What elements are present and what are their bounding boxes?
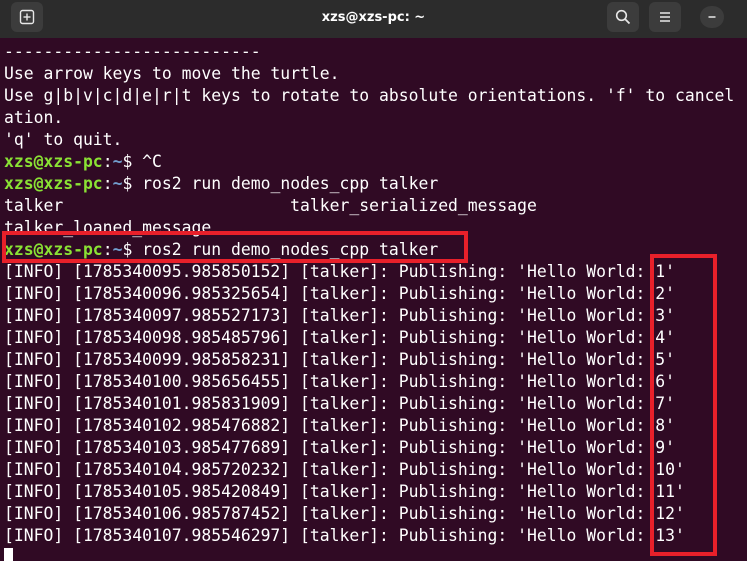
- log-line: [INFO] [1785340107.985546297] [talker]: …: [4, 526, 685, 545]
- log-line: [INFO] [1785340099.985858231] [talker]: …: [4, 350, 676, 369]
- separator-line: --------------------------: [4, 42, 261, 61]
- new-tab-button[interactable]: [11, 2, 43, 32]
- menu-button[interactable]: [649, 2, 681, 32]
- prompt-line: xzs@xzs-pc:~$ ros2 run demo_nodes_cpp ta…: [4, 173, 438, 195]
- title-bar: xzs@xzs-pc: ~: [0, 0, 747, 39]
- new-tab-icon: [19, 9, 35, 25]
- search-icon: [615, 9, 631, 25]
- log-line: [INFO] [1785340098.985485796] [talker]: …: [4, 328, 676, 347]
- prompt-user-host: xzs@xzs-pc: [4, 174, 103, 193]
- command-text: ros2 run demo_nodes_cpp talker: [132, 174, 439, 193]
- prompt-line: xzs@xzs-pc:~$ ^C: [4, 151, 162, 173]
- search-button[interactable]: [607, 2, 639, 32]
- terminal-output[interactable]: -------------------------- Use arrow key…: [0, 38, 747, 561]
- log-line: [INFO] [1785340102.985476882] [talker]: …: [4, 416, 676, 435]
- log-line: [INFO] [1785340106.985787452] [talker]: …: [4, 504, 685, 523]
- prompt-user-host: xzs@xzs-pc: [4, 152, 103, 171]
- prompt-sep: :: [102, 174, 113, 193]
- help-text-line: 'q' to quit.: [4, 130, 123, 149]
- log-line: [INFO] [1785340101.985831909] [talker]: …: [4, 394, 676, 413]
- log-line: [INFO] [1785340105.985420849] [talker]: …: [4, 482, 685, 501]
- command-text: ^C: [132, 152, 162, 171]
- log-line: [INFO] [1785340095.985850152] [talker]: …: [4, 262, 676, 281]
- menu-icon: [660, 12, 670, 22]
- prompt-dollar: $: [122, 174, 133, 193]
- text-cursor: [4, 548, 13, 561]
- help-text-line: ation.: [4, 108, 64, 127]
- log-line: [INFO] [1785340097.985527173] [talker]: …: [4, 306, 676, 325]
- log-line: [INFO] [1785340103.985477689] [talker]: …: [4, 438, 676, 457]
- completion-line: talker talker_serialized_message: [4, 196, 537, 215]
- log-line: [INFO] [1785340096.985325654] [talker]: …: [4, 284, 676, 303]
- minimize-button[interactable]: [700, 6, 724, 28]
- prompt-sep: :: [102, 152, 113, 171]
- help-text-line: Use arrow keys to move the turtle.: [4, 64, 340, 83]
- counter-highlight-box: [650, 254, 717, 556]
- prompt-path: ~: [112, 174, 123, 193]
- command-highlight-box: [2, 231, 468, 263]
- prompt-path: ~: [112, 152, 123, 171]
- minimize-icon: [708, 16, 716, 18]
- log-line: [INFO] [1785340104.985720232] [talker]: …: [4, 460, 685, 479]
- log-line: [INFO] [1785340100.985656455] [talker]: …: [4, 372, 676, 391]
- help-text-line: Use g|b|v|c|d|e|r|t keys to rotate to ab…: [4, 86, 735, 105]
- prompt-dollar: $: [122, 152, 133, 171]
